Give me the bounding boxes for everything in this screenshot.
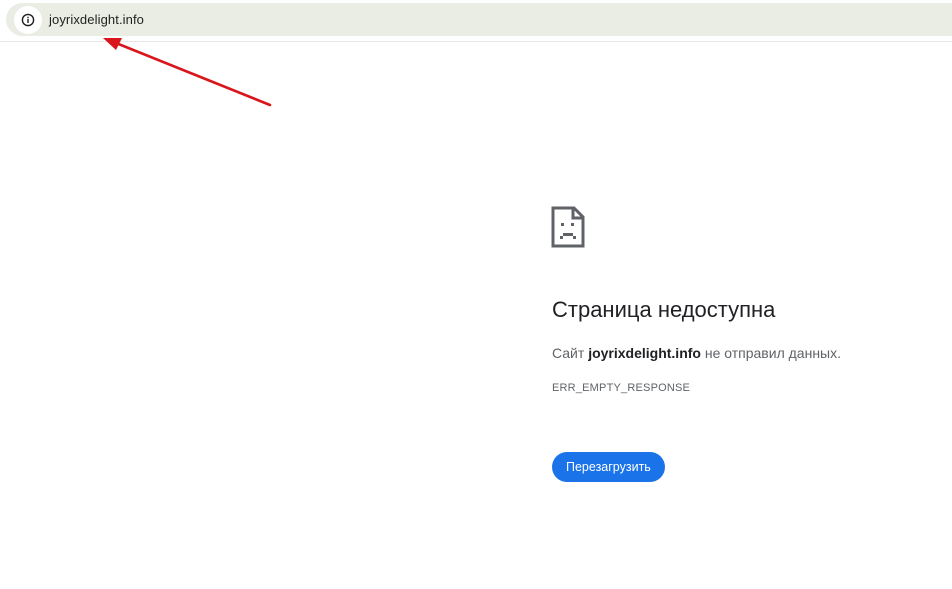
error-description-suffix: не отправил данных. [700, 345, 841, 361]
info-circle-icon [21, 13, 35, 27]
error-description-prefix: Сайт [552, 345, 589, 361]
red-arrow-icon [103, 38, 272, 107]
error-code: ERR_EMPTY_RESPONSE [552, 382, 691, 394]
error-title: Страница недоступна [552, 297, 776, 322]
url-text[interactable]: joyrixdelight.info [49, 12, 144, 27]
error-description: Сайт joyrixdelight.info не отправил данн… [552, 345, 841, 361]
browser-window: joyrixdelight.info Страница недоступна С… [0, 0, 952, 589]
sad-page-icon [551, 206, 585, 248]
address-bar[interactable]: joyrixdelight.info [6, 3, 952, 36]
site-info-button[interactable] [14, 6, 42, 34]
reload-button[interactable]: Перезагрузить [552, 452, 665, 482]
error-domain: joyrixdelight.info [588, 345, 701, 361]
browser-toolbar: joyrixdelight.info [0, 0, 952, 42]
